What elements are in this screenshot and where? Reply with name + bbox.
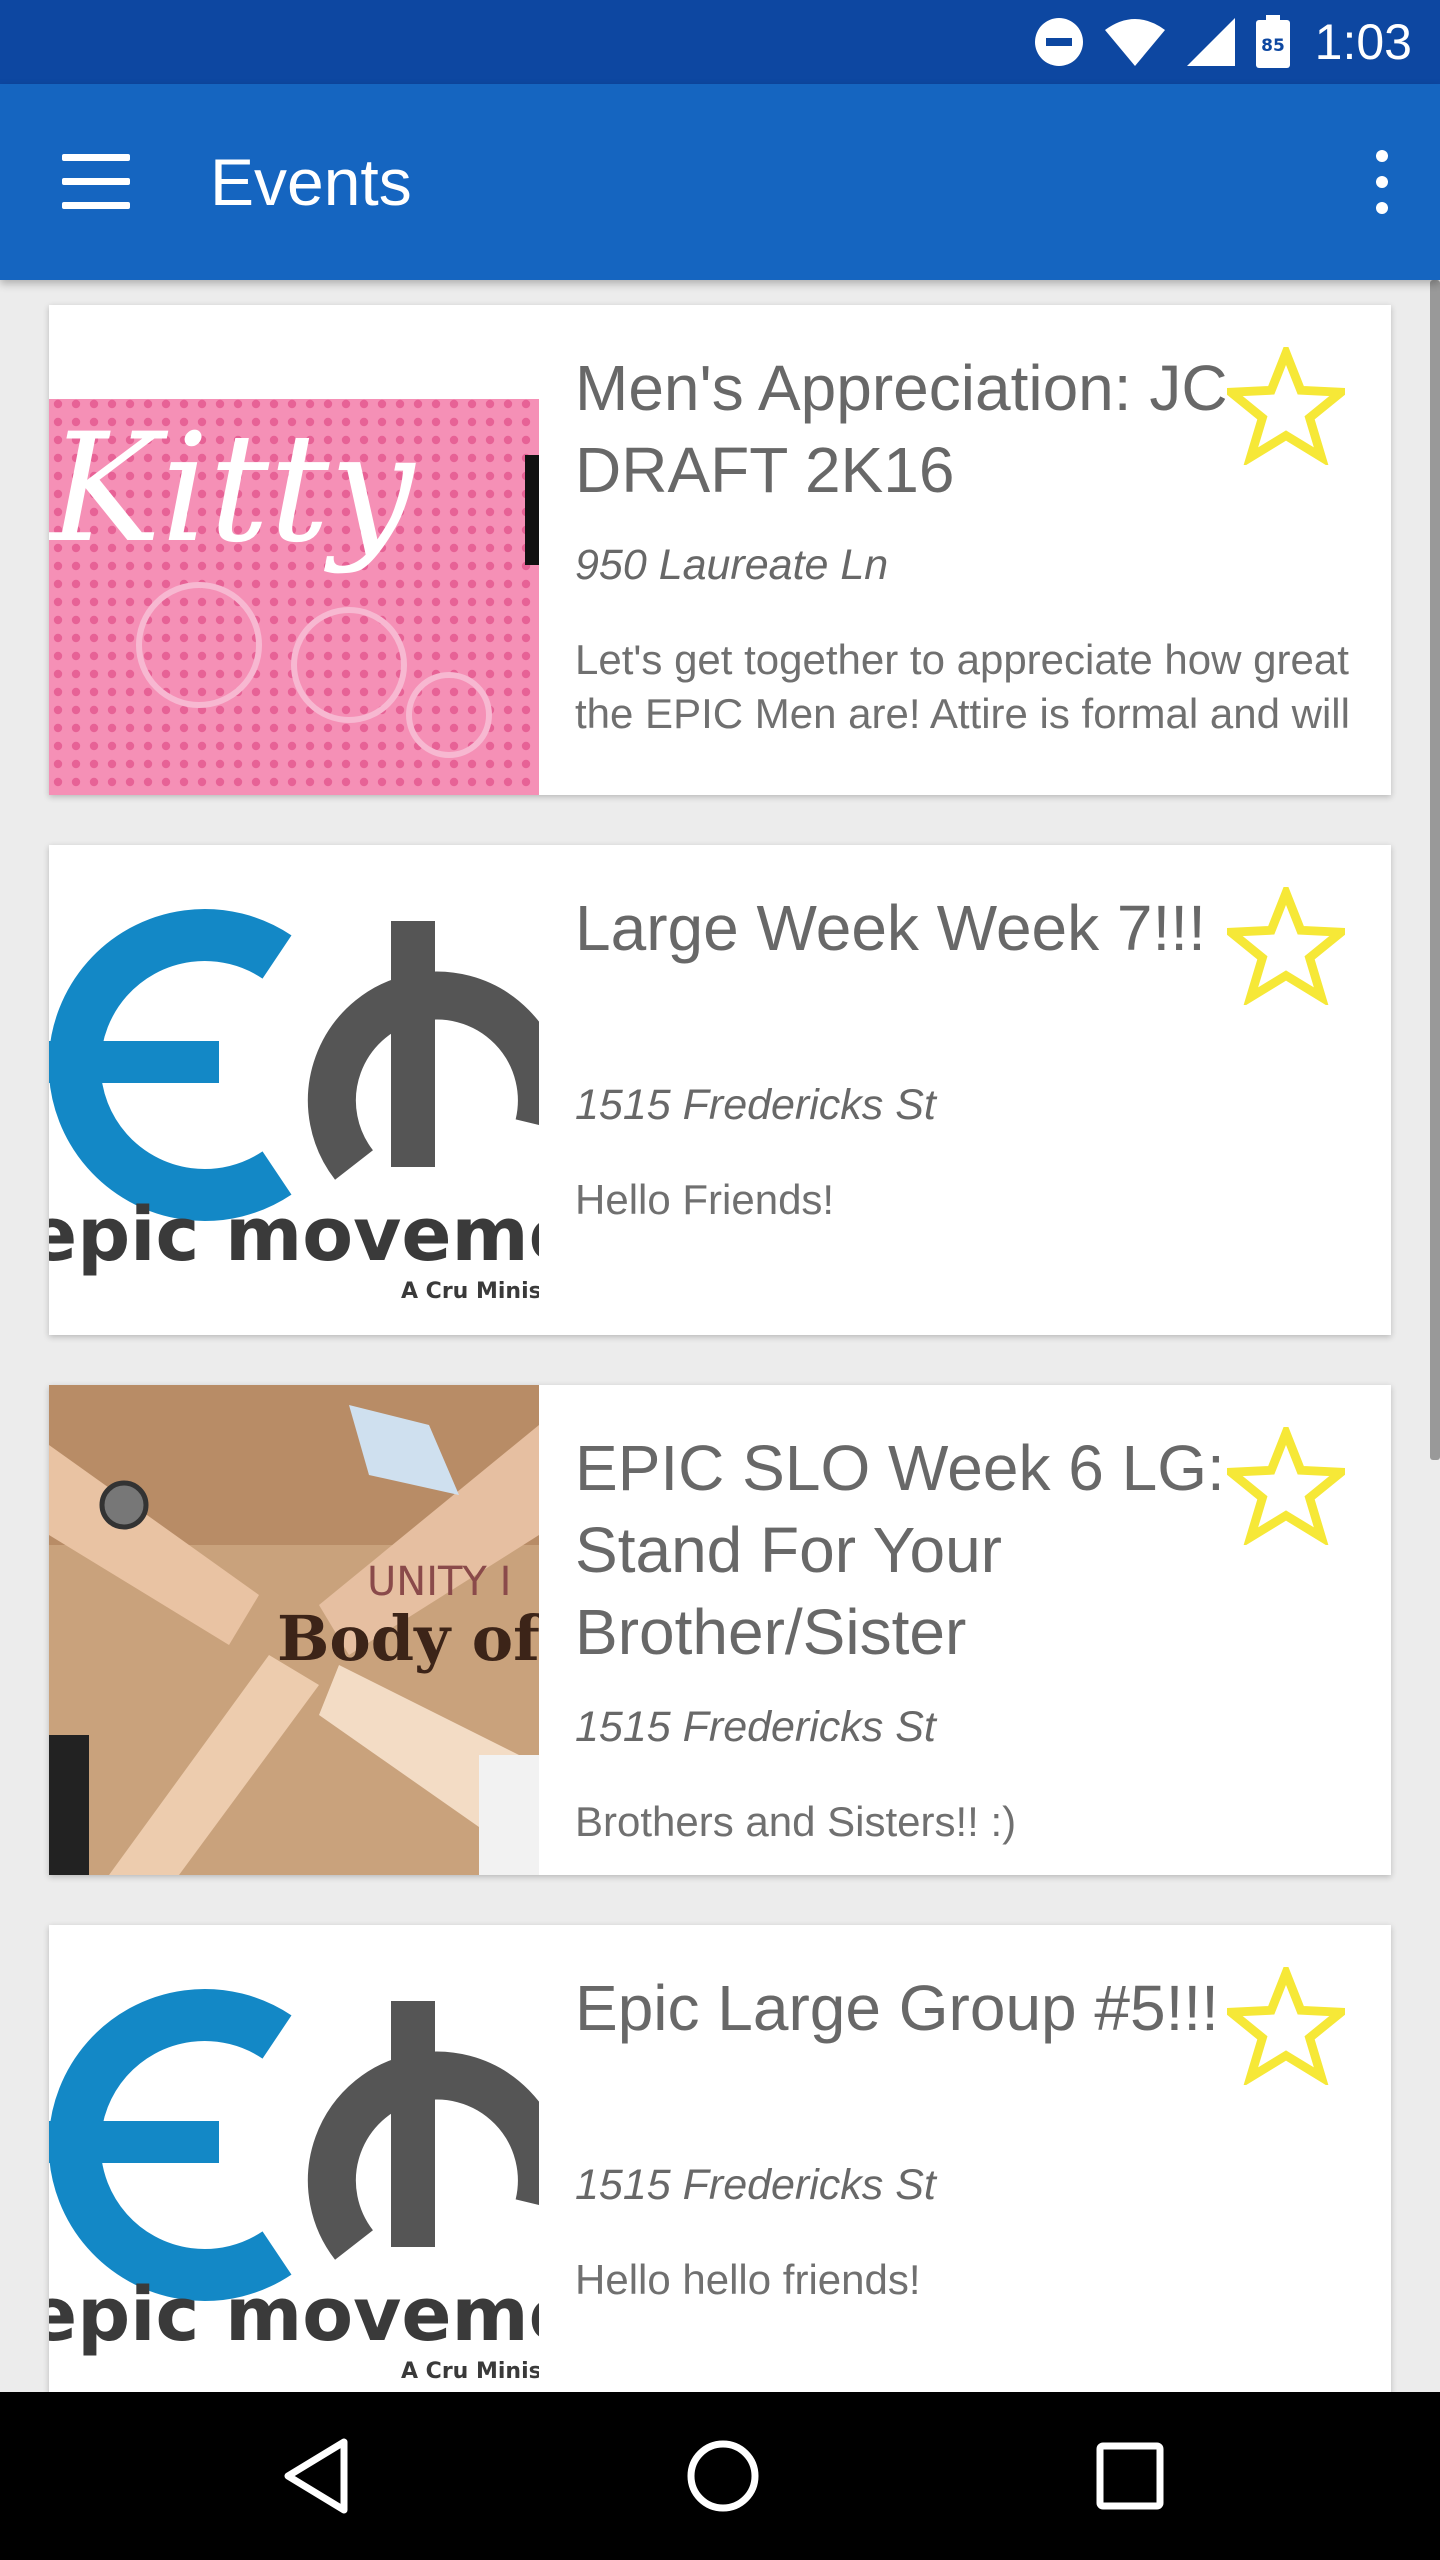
- event-title: Epic Large Group #5!!!: [575, 1972, 1219, 2044]
- event-description: Hello hello friends!: [575, 2256, 921, 2303]
- image-text-line1: UNITY I: [367, 1559, 511, 1605]
- event-title: Men's Appreciation: JC DRAFT 2K16: [575, 352, 1228, 506]
- status-time: 1:03: [1314, 14, 1412, 70]
- event-address: 1515 Fredericks St: [575, 1703, 936, 1751]
- event-image-epic-logo: epic movement A Cru Ministry: [49, 845, 539, 1335]
- event-image-epic-logo: epic movement A Cru Ministry: [49, 1925, 539, 2392]
- battery-level: 85: [1261, 36, 1285, 56]
- image-text-line2: Body of C: [277, 1602, 539, 1675]
- event-title: Large Week Week 7!!!: [575, 892, 1206, 964]
- navigation-bar: [0, 2392, 1440, 2560]
- dnd-icon: [1034, 18, 1083, 66]
- event-description: Brothers and Sisters!! :): [575, 1798, 1017, 1845]
- recents-icon[interactable]: [1090, 2436, 1170, 2516]
- event-description: Hello Friends!: [575, 1176, 835, 1223]
- back-icon[interactable]: [280, 2434, 352, 2518]
- event-image-kitty: Kitty: [49, 305, 539, 795]
- event-title: EPIC SLO Week 6 LG: Stand For Your Broth…: [575, 1432, 1225, 1668]
- hamburger-menu-icon[interactable]: [62, 154, 130, 209]
- star-icon[interactable]: [1227, 1427, 1345, 1545]
- wifi-icon: [1104, 19, 1165, 66]
- status-bar: 85 1:03: [0, 0, 1440, 84]
- event-card[interactable]: epic movement A Cru Ministry Large Week …: [49, 845, 1391, 1335]
- battery-icon: 85: [1255, 15, 1290, 68]
- event-description: Let's get together to appreciate how gre…: [575, 636, 1350, 751]
- star-icon[interactable]: [1227, 347, 1345, 465]
- event-address: 1515 Fredericks St: [575, 1081, 936, 1129]
- more-vert-icon[interactable]: [1368, 150, 1396, 214]
- star-icon[interactable]: [1227, 887, 1345, 1005]
- page-title: Events: [210, 145, 412, 219]
- events-list[interactable]: Kitty Men's Appreciation: JC DRAFT 2K16 …: [0, 280, 1440, 2392]
- event-card[interactable]: UNITY I Body of C EPIC SLO Week 6 LG: St…: [49, 1385, 1391, 1875]
- event-address: 950 Laureate Ln: [575, 541, 889, 589]
- star-icon[interactable]: [1227, 1967, 1345, 2085]
- kitty-image-text: Kitty: [49, 402, 417, 576]
- scrollbar[interactable]: [1430, 280, 1440, 1460]
- epic-image-subtext: A Cru Ministry: [401, 1279, 539, 1304]
- epic-image-text: epic movement: [49, 2272, 539, 2358]
- event-address: 1515 Fredericks St: [575, 2161, 936, 2209]
- event-card[interactable]: Kitty Men's Appreciation: JC DRAFT 2K16 …: [49, 305, 1391, 795]
- event-card[interactable]: epic movement A Cru Ministry Epic Large …: [49, 1925, 1391, 2392]
- epic-image-subtext: A Cru Ministry: [401, 2359, 539, 2384]
- epic-image-text: epic movement: [49, 1192, 539, 1278]
- event-image-hands: UNITY I Body of C: [49, 1385, 539, 1875]
- home-icon[interactable]: [683, 2436, 763, 2516]
- signal-icon: [1186, 18, 1235, 66]
- app-bar: Events: [0, 84, 1440, 280]
